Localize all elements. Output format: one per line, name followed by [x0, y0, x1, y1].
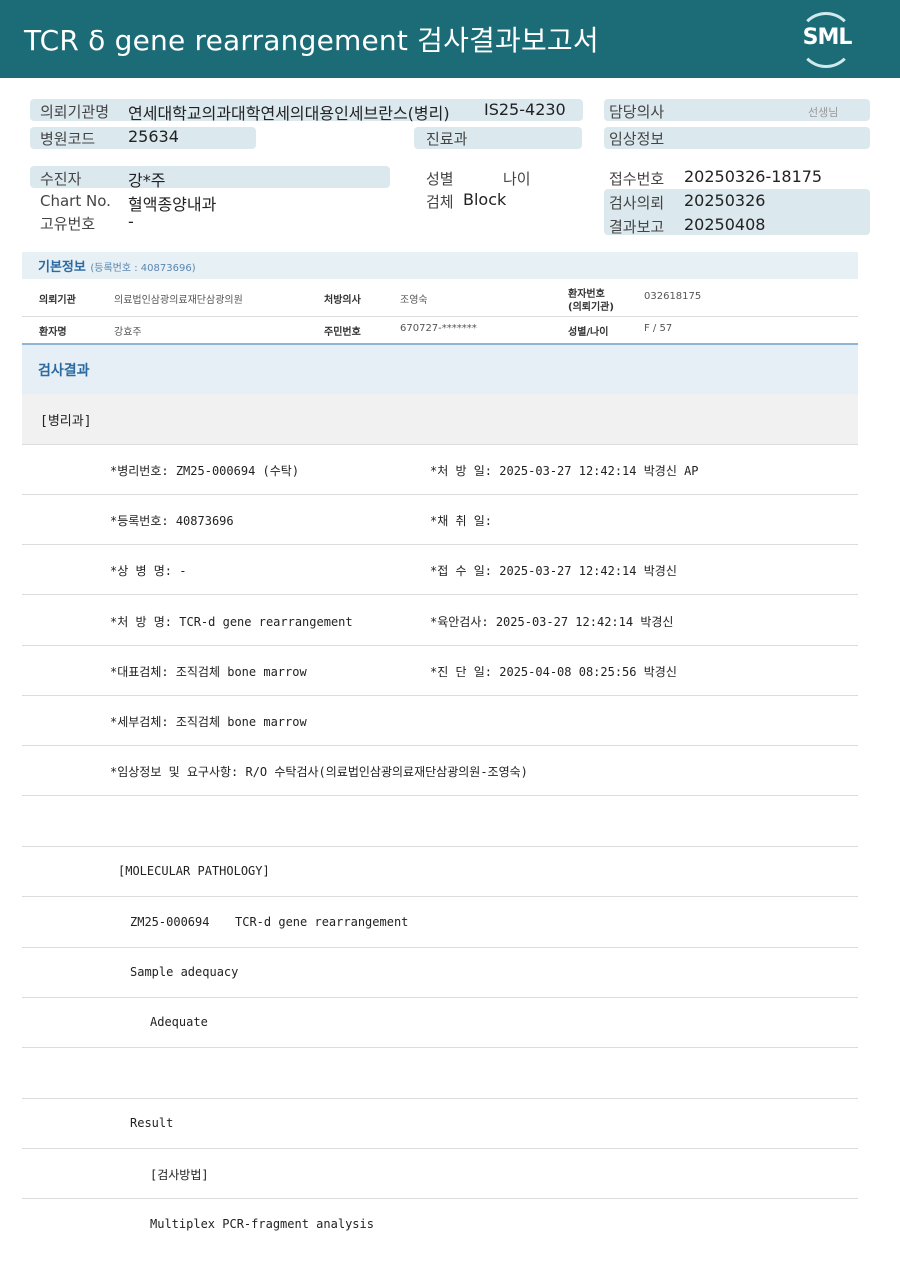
result-row: *상 병 명: - *접 수 일: 2025-03-27 12:42:14 박경…: [22, 545, 858, 595]
unique-no-value: -: [128, 212, 134, 231]
method-label-row: [검사방법]: [22, 1149, 858, 1199]
institution-label: 의뢰기관명: [40, 103, 110, 121]
result-row-right: *처 방 일: 2025-03-27 12:42:14 박경신 AP: [430, 464, 699, 478]
patient-value: 강*주: [128, 171, 166, 190]
report-header: TCR δ gene rearrangement 검사결과보고서 SML: [0, 0, 900, 78]
molecular-title: [MOLECULAR PATHOLOGY]: [118, 864, 270, 878]
institution-code: IS25-4230: [484, 100, 566, 119]
result-row-left: *대표검체: 조직검체 bone marrow: [110, 665, 307, 679]
sample-adequacy-value: Adequate: [150, 1015, 208, 1029]
chart-no-value: 혈액종양내과: [128, 195, 217, 214]
patient-name-value: 강효주: [114, 327, 142, 338]
prescriber-label: 처방의사: [324, 295, 361, 306]
hospital-code-label: 병원코드: [40, 130, 96, 148]
sml-logo: SML: [798, 12, 854, 68]
basic-info-row-1: 의뢰기관 의료법인삼광의료재단삼광의원 처방의사 조영숙 환자번호 (의뢰기관)…: [22, 279, 858, 317]
result-row-right: *접 수 일: 2025-03-27 12:42:14 박경신: [430, 564, 677, 578]
receipt-no-label: 접수번호: [609, 170, 665, 188]
chart-no-label: Chart No.: [40, 192, 111, 210]
institution-value: 연세대학교의과대학연세의대용인세브란스(병리): [128, 104, 450, 123]
result-label: Result: [130, 1116, 174, 1130]
prescriber-value: 조영숙: [400, 295, 428, 306]
logo-text: SML: [802, 25, 853, 50]
result-row-left: *상 병 명: -: [110, 564, 187, 578]
clinical-info-label: 임상정보: [609, 130, 665, 148]
pathology-no: ZM25-000694: [130, 915, 210, 929]
specimen-value: Block: [463, 190, 507, 209]
report-title: TCR δ gene rearrangement 검사결과보고서: [24, 24, 599, 57]
result-row: *처 방 명: TCR-d gene rearrangement *육안검사: …: [22, 596, 858, 646]
patient-pill: [30, 166, 390, 188]
sex-label: 성별: [426, 170, 454, 188]
blank-row: [22, 1049, 858, 1099]
age-label: 나이: [503, 170, 531, 188]
doctor-label: 담당의사: [609, 103, 665, 121]
patient-label: 수진자: [40, 170, 82, 188]
specimen-label: 검체: [426, 193, 454, 211]
result-row-left: *임상정보 및 요구사항: R/O 수탁검사(의료법인삼광의료재단삼광의원-조영…: [110, 765, 528, 779]
result-report-value: 20250408: [684, 215, 766, 234]
method-value: Multiplex PCR-fragment analysis: [150, 1217, 374, 1231]
result-label-row: Result: [22, 1099, 858, 1149]
result-row-right: *채 취 일:: [430, 514, 493, 528]
hospital-code-value: 25634: [128, 127, 179, 146]
sex-age-value: F / 57: [644, 323, 673, 334]
sample-adequacy-label: Sample adequacy: [130, 965, 239, 979]
sex-age-label: 성별/나이: [568, 327, 609, 338]
resident-no-value: 670727-*******: [400, 323, 477, 334]
result-row: *등록번호: 40873696 *채 취 일:: [22, 495, 858, 545]
result-report-label: 결과보고: [609, 218, 665, 236]
department-row: [병리과]: [22, 394, 858, 445]
results-section-title: 검사결과: [38, 363, 90, 379]
molecular-title-row: [MOLECULAR PATHOLOGY]: [22, 847, 858, 897]
inst-label: 의뢰기관: [39, 295, 76, 306]
dept-label: 진료과: [426, 130, 468, 148]
registration-note: (등록번호 : 40873696): [90, 263, 196, 274]
result-row: *세부검체: 조직검체 bone marrow: [22, 696, 858, 746]
resident-no-label: 주민번호: [324, 327, 361, 338]
receipt-no-value: 20250326-18175: [684, 167, 823, 186]
doctor-suffix: 선생님: [808, 106, 839, 119]
patient-no-value: 032618175: [644, 291, 702, 302]
result-row-left: *등록번호: 40873696: [110, 514, 234, 528]
results-section-header: 검사결과: [22, 343, 858, 394]
sample-adequacy-value-row: Adequate: [22, 998, 858, 1048]
patient-no-label-2: (의뢰기관): [568, 302, 614, 313]
test-name: TCR-d gene rearrangement: [235, 915, 409, 929]
test-request-label: 검사의뢰: [609, 194, 665, 212]
unique-no-label: 고유번호: [40, 215, 96, 233]
blank-row: [22, 797, 858, 847]
result-row-left: *병리번호: ZM25-000694 (수탁): [110, 464, 300, 478]
sample-adequacy-row: Sample adequacy: [22, 948, 858, 998]
result-row: *임상정보 및 요구사항: R/O 수탁검사(의료법인삼광의료재단삼광의원-조영…: [22, 746, 858, 796]
basic-info-title-text: 기본정보: [38, 260, 86, 275]
result-row-right: *육안검사: 2025-03-27 12:42:14 박경신: [430, 615, 674, 629]
result-row: *대표검체: 조직검체 bone marrow *진 단 일: 2025-04-…: [22, 646, 858, 696]
department-title: [병리과]: [40, 414, 92, 429]
result-row: *병리번호: ZM25-000694 (수탁) *처 방 일: 2025-03-…: [22, 445, 858, 495]
test-request-value: 20250326: [684, 191, 766, 210]
result-row-left: *세부검체: 조직검체 bone marrow: [110, 715, 307, 729]
patient-name-label: 환자명: [39, 327, 67, 338]
basic-info-row-2: 환자명 강효주 주민번호 670727-******* 성별/나이 F / 57: [22, 317, 858, 343]
basic-info-title: 기본정보 (등록번호 : 40873696): [38, 256, 196, 275]
test-name-row: ZM25-000694 TCR-d gene rearrangement: [22, 898, 858, 948]
result-row-right: *진 단 일: 2025-04-08 08:25:56 박경신: [430, 665, 677, 679]
inst-value: 의료법인삼광의료재단삼광의원: [114, 295, 243, 306]
method-value-row: Multiplex PCR-fragment analysis: [22, 1200, 858, 1250]
result-row-left: *처 방 명: TCR-d gene rearrangement: [110, 615, 353, 629]
basic-info-header: 기본정보 (등록번호 : 40873696): [22, 252, 858, 279]
method-label: [검사방법]: [150, 1168, 209, 1182]
